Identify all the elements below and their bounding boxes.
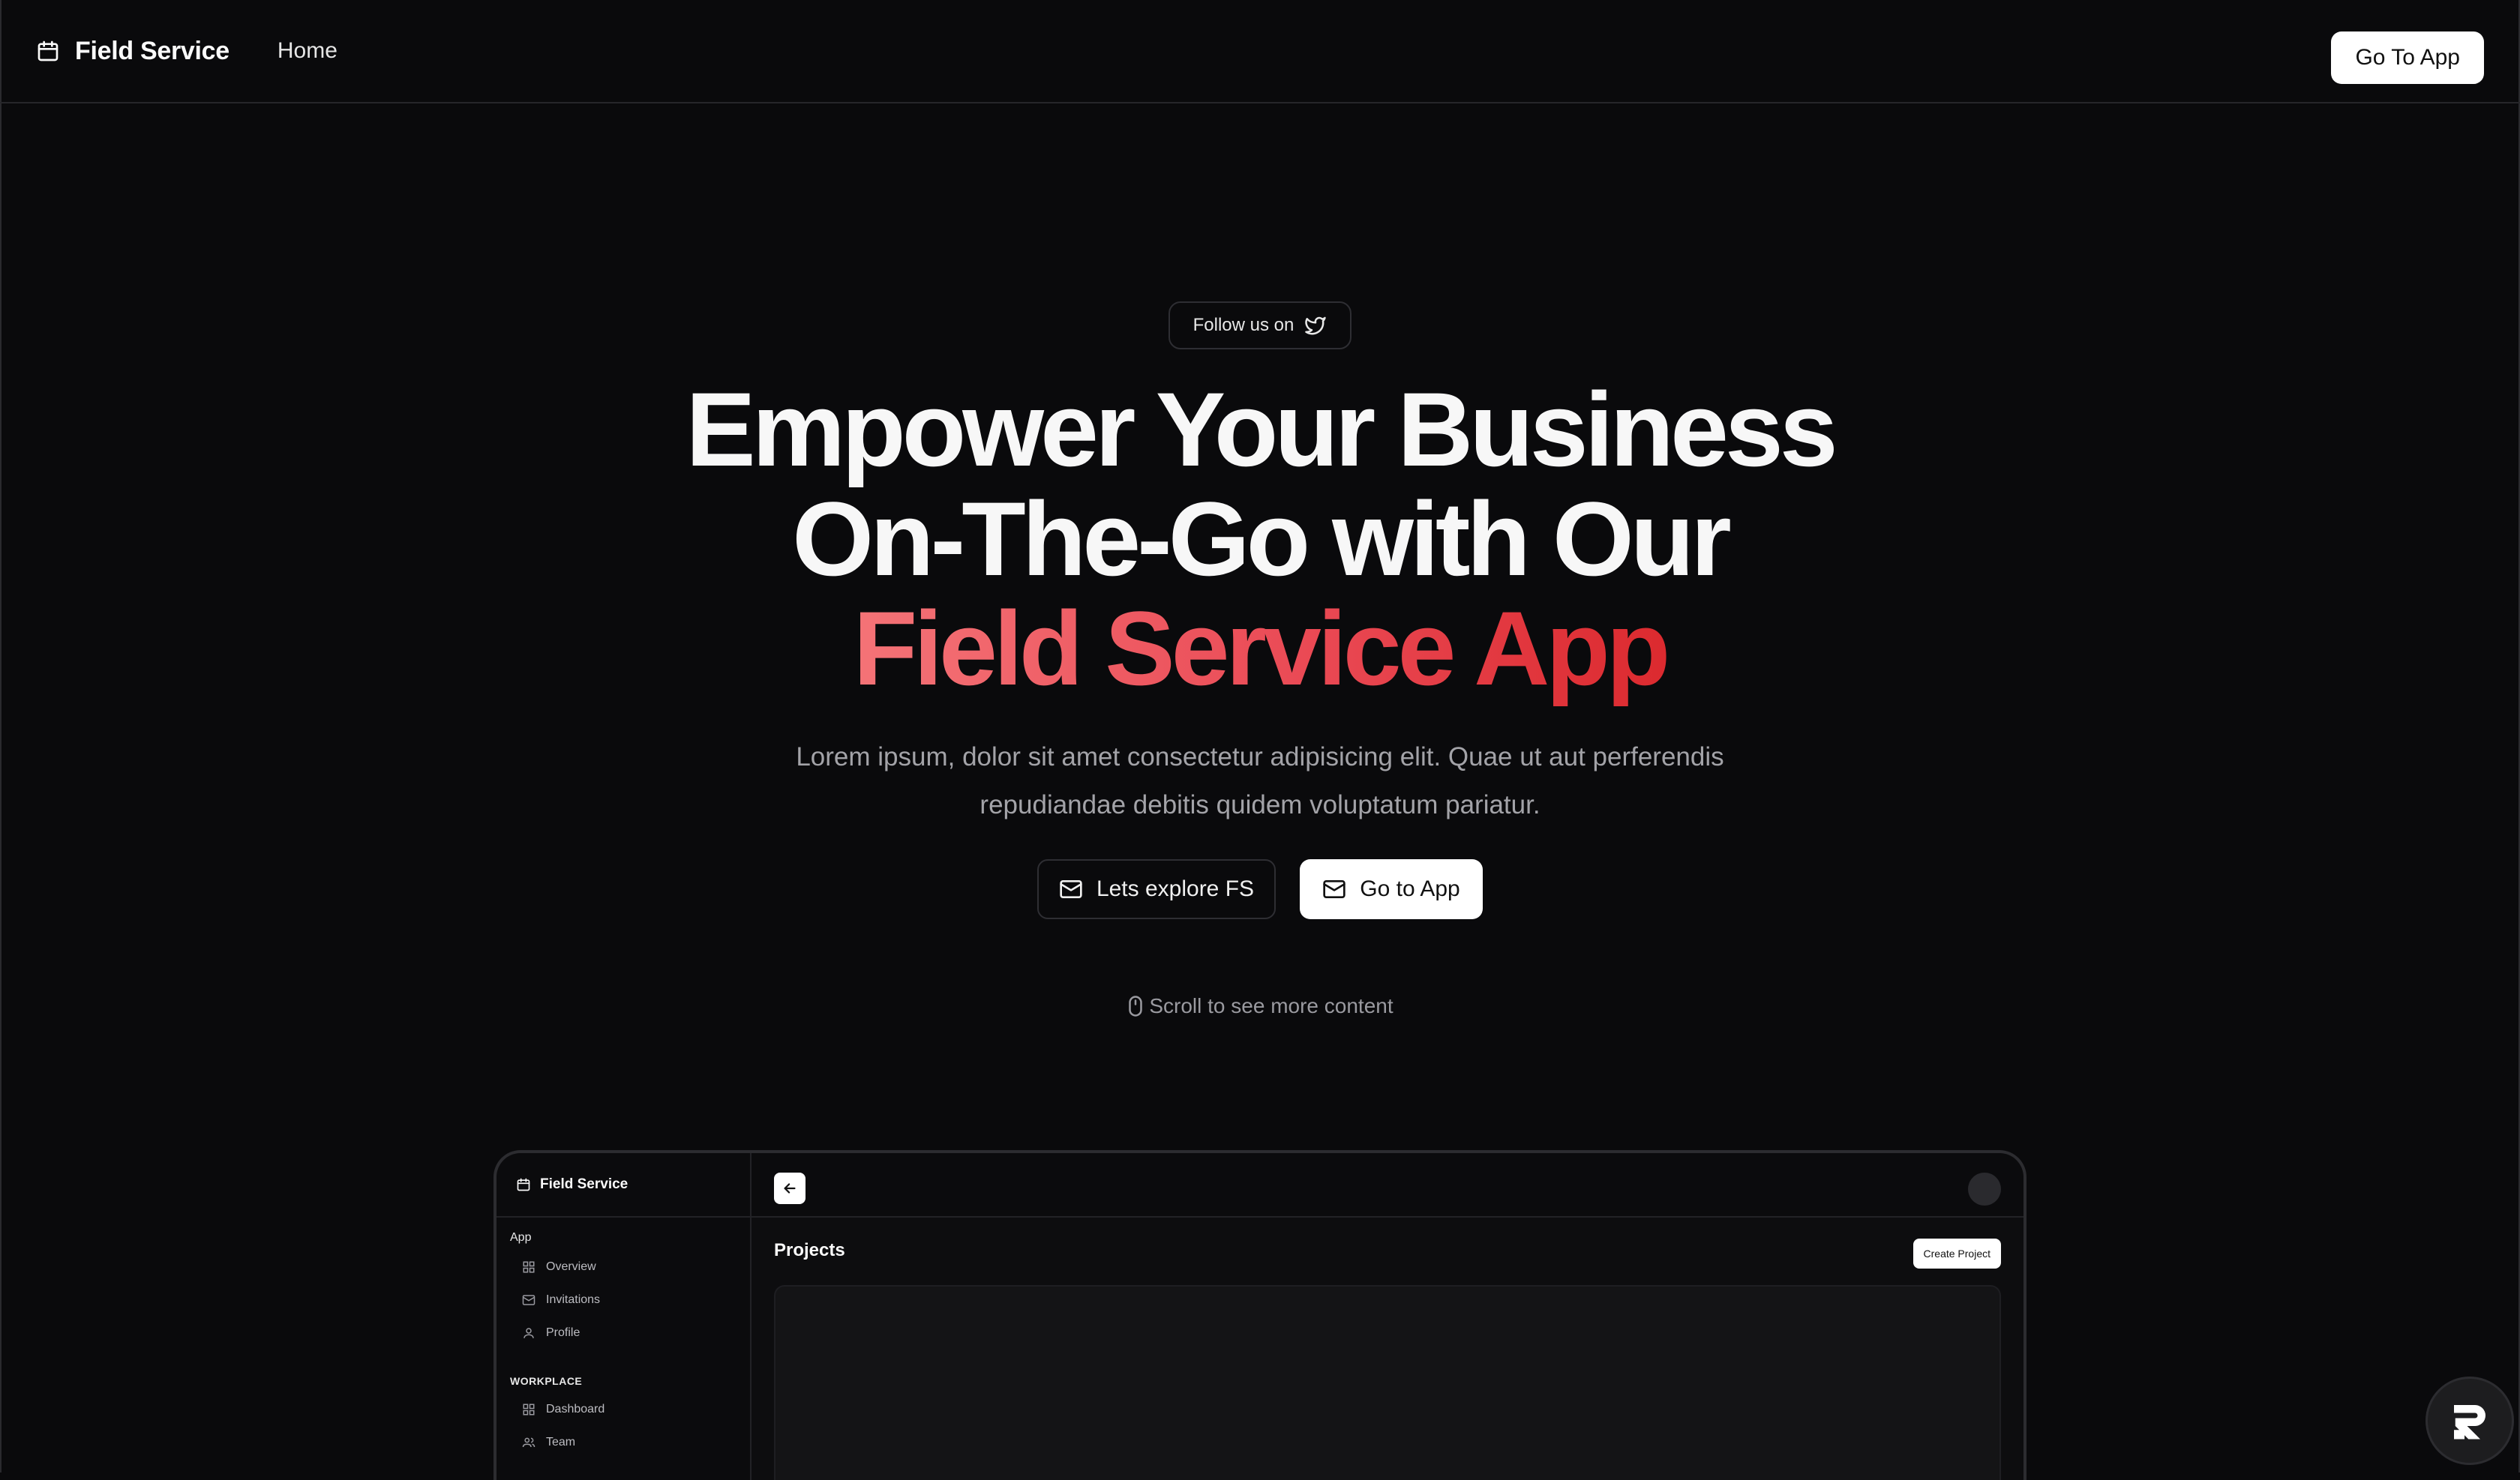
brand[interactable]: Field Service: [36, 37, 230, 66]
sidebar-item-dashboard[interactable]: Dashboard: [496, 1393, 750, 1426]
preview-main: Projects Create Project: [752, 1218, 2024, 1480]
mail-icon: [522, 1295, 536, 1305]
users-icon: [522, 1437, 536, 1448]
go-to-app-hero-button[interactable]: Go to App: [1300, 859, 1483, 919]
follow-us-badge[interactable]: Follow us on: [1168, 301, 1352, 349]
twitter-icon: [1305, 316, 1327, 335]
go-to-app-nav-button[interactable]: Go To App: [2331, 31, 2484, 84]
lets-explore-label: Lets explore FS: [1096, 876, 1255, 901]
sidebar-group-app: App: [510, 1231, 532, 1244]
go-to-app-label: Go to App: [1360, 876, 1460, 901]
headline-line-1: Empower Your Business: [686, 370, 1838, 488]
brand-name: Field Service: [75, 36, 230, 65]
sidebar-item-label: Overview: [546, 1260, 596, 1273]
sidebar-item-overview[interactable]: Overview: [496, 1251, 750, 1284]
page-title: Projects: [774, 1240, 845, 1260]
headline-accent: Field Service App: [853, 589, 1671, 707]
r-logo-icon: [2454, 1405, 2486, 1440]
calendar-icon: [38, 40, 58, 61]
sidebar-item-label: Dashboard: [546, 1403, 605, 1416]
sidebar-item-label: Team: [546, 1436, 576, 1449]
sidebar-item-label: Invitations: [546, 1293, 601, 1306]
sidebar-item-profile[interactable]: Profile: [496, 1317, 750, 1350]
app-preview: Field Service App Overview Invitations P…: [494, 1150, 2026, 1480]
grid-icon: [523, 1404, 535, 1416]
sidebar-group-workplace: WORKPLACE: [510, 1375, 583, 1387]
mouse-icon: [1129, 996, 1143, 1017]
sidebar-item-invitations[interactable]: Invitations: [496, 1284, 750, 1317]
mail-icon: [1323, 880, 1346, 898]
back-button[interactable]: [774, 1173, 806, 1204]
sidebar-item-label: Profile: [546, 1326, 580, 1339]
preview-topbar: [752, 1153, 2024, 1218]
scroll-hint-text: Scroll to see more content: [1149, 994, 1394, 1017]
avatar[interactable]: [1968, 1173, 2001, 1206]
grid-icon: [523, 1261, 535, 1273]
projects-panel: [774, 1285, 2001, 1480]
hero-headline: Empower Your Business On-The-Go with Our…: [0, 375, 2520, 703]
create-project-button[interactable]: Create Project: [1912, 1239, 2001, 1269]
lets-explore-button[interactable]: Lets explore FS: [1037, 859, 1276, 919]
sidebar-item-team[interactable]: Team: [496, 1426, 750, 1459]
user-icon: [524, 1328, 534, 1338]
hero-subtext: Lorem ipsum, dolor sit amet consectetur …: [796, 742, 1724, 819]
scroll-hint: Scroll to see more content: [0, 994, 2520, 1018]
calendar-icon: [517, 1178, 530, 1191]
preview-brand-name: Field Service: [540, 1176, 628, 1192]
nav-link-home[interactable]: Home: [278, 38, 338, 64]
preview-brand[interactable]: Field Service: [496, 1153, 750, 1218]
preview-sidebar: Field Service App Overview Invitations P…: [496, 1153, 752, 1480]
mail-icon: [1060, 880, 1082, 898]
top-navbar: Field Service Home Go To App: [0, 0, 2520, 103]
arrow-left-icon: [784, 1183, 796, 1194]
floating-logo-button[interactable]: [2426, 1377, 2514, 1465]
headline-line-2: On-The-Go with Our: [792, 480, 1732, 598]
follow-us-label: Follow us on: [1192, 315, 1294, 335]
